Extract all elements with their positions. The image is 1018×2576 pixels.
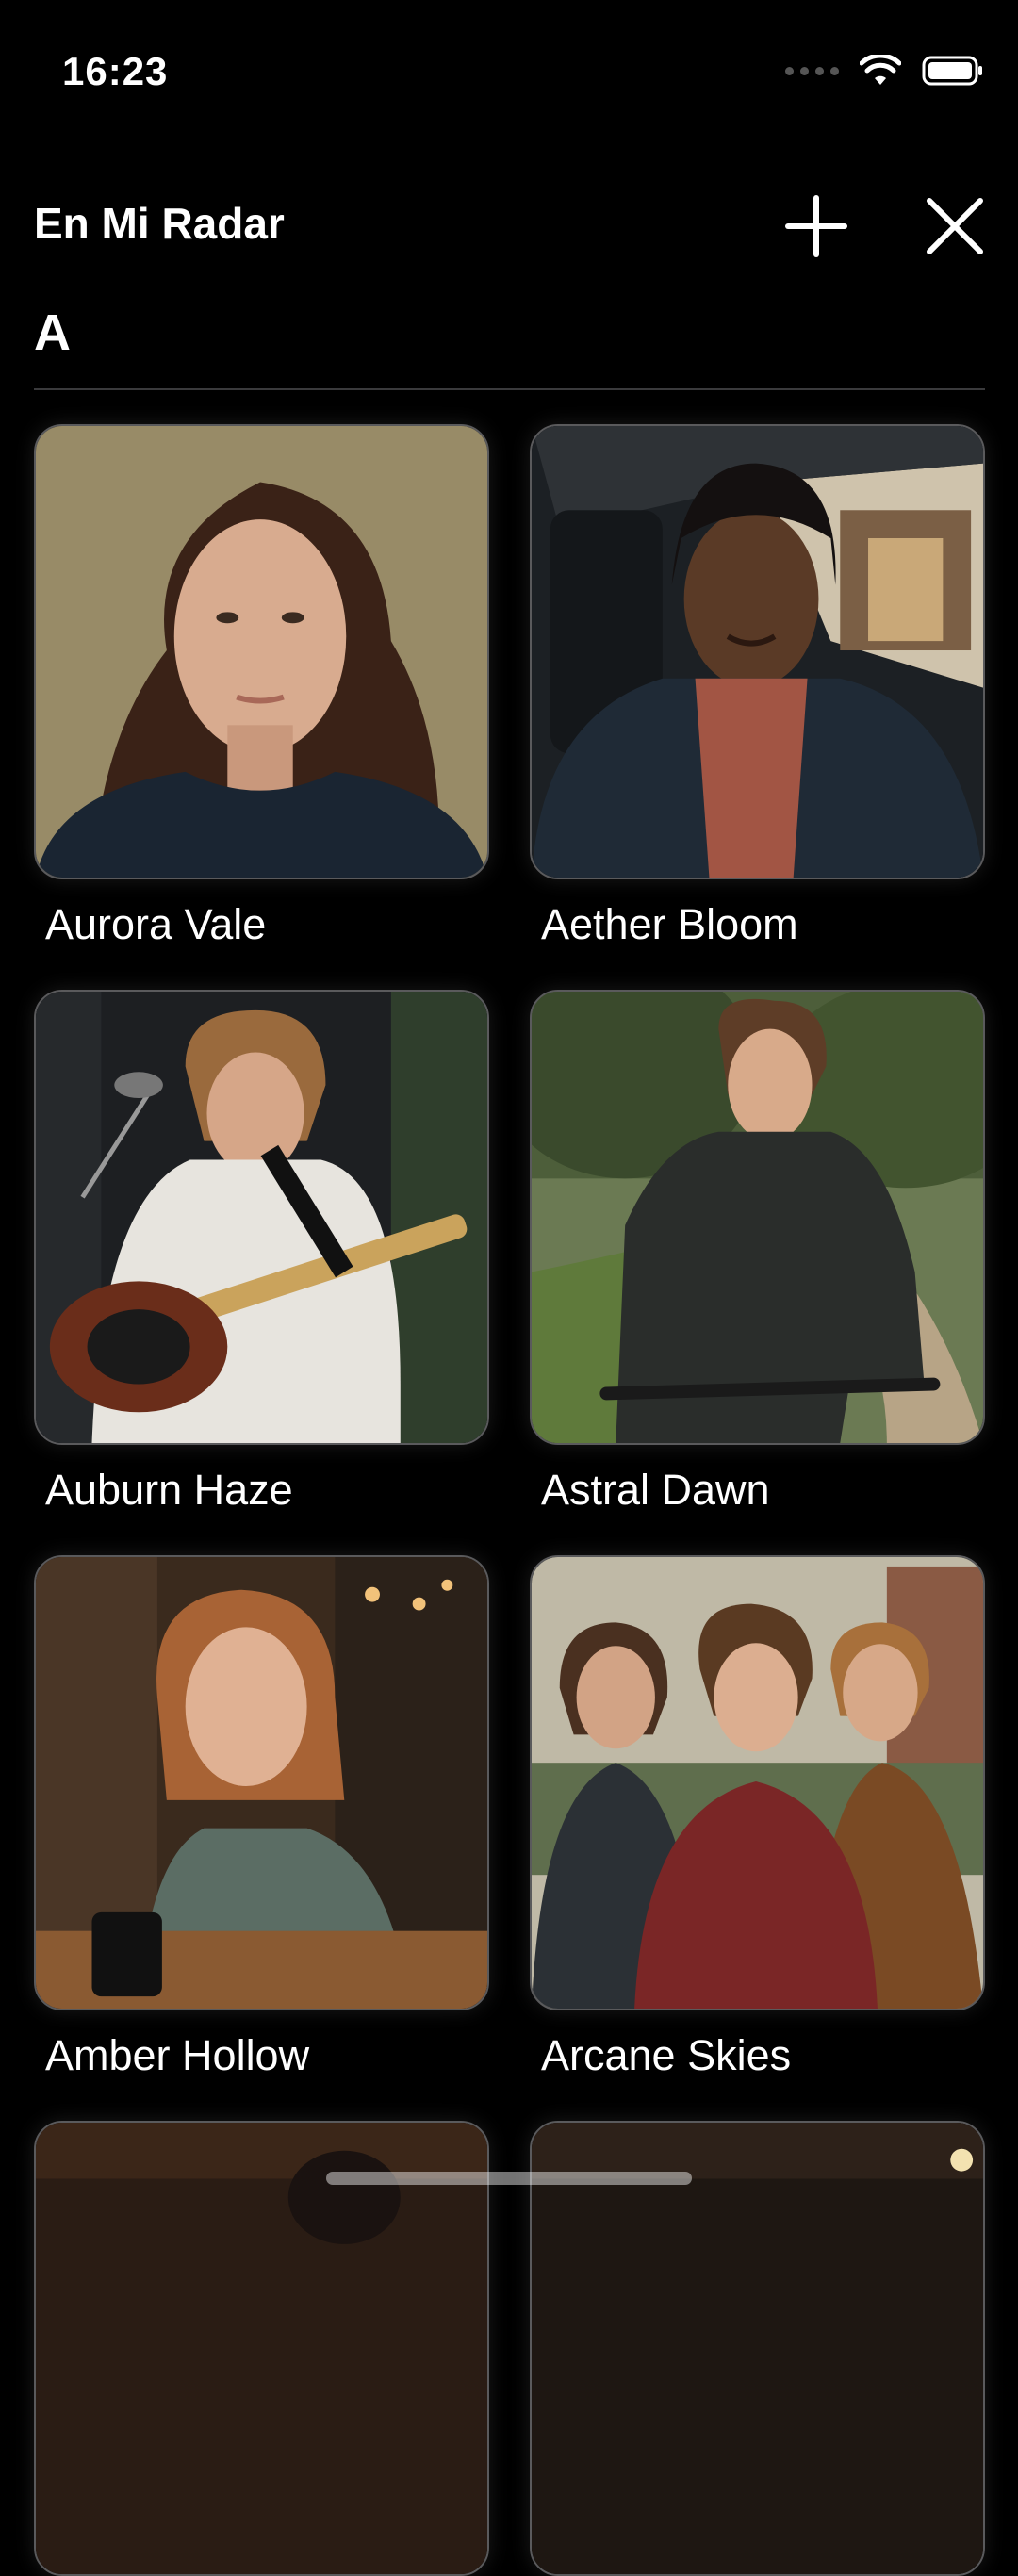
artist-card-aurora-vale[interactable]: Aurora Vale bbox=[34, 424, 489, 948]
status-bar: 16:23 bbox=[0, 0, 1018, 141]
artist-card[interactable] bbox=[34, 2121, 489, 2576]
artist-photo bbox=[530, 2121, 985, 2576]
artist-card-arcane-skies[interactable]: Arcane Skies bbox=[530, 1555, 985, 2079]
plus-icon bbox=[785, 195, 847, 257]
artist-card-amber-hollow[interactable]: Amber Hollow bbox=[34, 1555, 489, 2079]
page-title: En Mi Radar bbox=[34, 199, 285, 248]
header: En Mi Radar bbox=[0, 179, 1018, 273]
artist-photo bbox=[34, 424, 489, 879]
section-letter: A bbox=[34, 304, 71, 361]
artist-card[interactable] bbox=[530, 2121, 985, 2576]
artist-card-astral-dawn[interactable]: Astral Dawn bbox=[530, 990, 985, 1514]
artist-name: Astral Dawn bbox=[541, 1466, 770, 1514]
battery-icon bbox=[922, 56, 982, 86]
artist-name: Aether Bloom bbox=[541, 900, 798, 948]
signal-dots-icon bbox=[785, 66, 839, 75]
artist-photo bbox=[34, 1555, 489, 2010]
status-icons bbox=[785, 55, 984, 87]
home-indicator[interactable] bbox=[326, 2172, 692, 2185]
artist-name: Amber Hollow bbox=[45, 2031, 310, 2079]
close-button[interactable] bbox=[917, 189, 993, 264]
artist-photo bbox=[530, 990, 985, 1445]
artist-photo bbox=[34, 990, 489, 1445]
section-divider bbox=[34, 388, 985, 390]
artist-name: Auburn Haze bbox=[45, 1466, 293, 1514]
add-button[interactable] bbox=[779, 189, 854, 264]
artist-photo bbox=[530, 424, 985, 879]
artist-name: Arcane Skies bbox=[541, 2031, 792, 2079]
status-time: 16:23 bbox=[62, 49, 169, 93]
artist-card-auburn-haze[interactable]: Auburn Haze bbox=[34, 990, 489, 1514]
close-icon bbox=[927, 198, 983, 254]
wifi-icon bbox=[860, 55, 901, 85]
artist-card-aether-bloom[interactable]: Aether Bloom bbox=[530, 424, 985, 948]
artist-photo bbox=[34, 2121, 489, 2576]
artist-photo bbox=[530, 1555, 985, 2010]
artist-name: Aurora Vale bbox=[45, 900, 267, 948]
